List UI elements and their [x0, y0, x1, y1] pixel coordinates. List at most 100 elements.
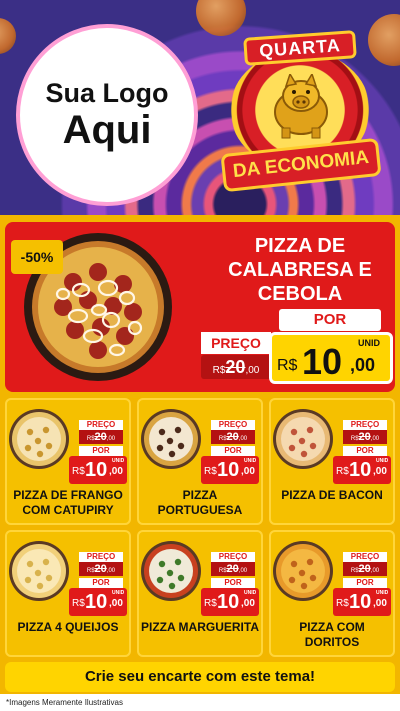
- new-price-int: 10: [302, 341, 343, 382]
- new-price: UNID R$ 10 ,00: [333, 456, 391, 484]
- new-price-currency: R$: [72, 598, 85, 609]
- new-price-dec: ,00: [373, 466, 387, 477]
- preco-label: PREÇO: [201, 332, 271, 354]
- old-price-dec: ,00: [238, 568, 248, 574]
- featured-title: PIZZA DE CALABRESA E CEBOLA: [228, 235, 372, 305]
- old-price: R$20,00: [343, 430, 387, 444]
- new-price-int: 10: [349, 591, 372, 613]
- new-price: UNID R$ 10 ,00: [201, 456, 259, 484]
- product-card[interactable]: PREÇO R$20,00 POR UNID R$ 10 ,00 PIZZA C…: [269, 530, 395, 657]
- new-price-int: 10: [217, 459, 240, 481]
- old-price: R$20,00: [211, 562, 255, 576]
- product-card[interactable]: PREÇO R$20,00 POR UNID R$ 10 ,00 PIZZA D…: [5, 398, 131, 525]
- new-price-currency: R$: [204, 598, 217, 609]
- header-banner: Sua Logo Aqui QUARTA DA ECONOMIA: [0, 0, 400, 215]
- old-price: R$20,00: [343, 562, 387, 576]
- new-price-int: 10: [217, 591, 240, 613]
- product-name: PIZZA COM DORITOS: [299, 620, 365, 649]
- product-name: PIZZA DE FRANGO COM CATUPIRY: [13, 488, 123, 517]
- logo-text-line1: Sua Logo: [45, 78, 169, 109]
- product-name: PIZZA MARGUERITA: [141, 620, 259, 634]
- old-price-currency: R$: [350, 436, 359, 442]
- old-price-dec: ,00: [370, 436, 380, 442]
- decorative-orb: [0, 18, 16, 54]
- old-price-currency: R$: [86, 436, 95, 442]
- disclaimer-footnote: *Imagens Meramente Ilustrativas: [0, 694, 400, 711]
- por-label: POR: [79, 446, 123, 456]
- por-label: POR: [343, 446, 387, 456]
- preco-label: PREÇO: [79, 552, 123, 562]
- old-price-currency: R$: [212, 365, 226, 376]
- product-card[interactable]: PREÇO R$20,00 POR UNID R$ 10 ,00 PIZZA D…: [269, 398, 395, 525]
- new-price: UNID R$ 10 ,00: [333, 588, 391, 616]
- por-label: POR: [211, 578, 255, 588]
- product-name: PIZZA 4 QUEIJOS: [17, 620, 119, 634]
- old-price: R$20,00: [79, 430, 123, 444]
- logo-text-line2: Aqui: [62, 107, 152, 152]
- new-price: UNID R$ 10 ,00: [69, 456, 127, 484]
- product-card[interactable]: PREÇO R$20,00 POR UNID R$ 10 ,00 PIZZA 4…: [5, 530, 131, 657]
- old-price-dec: ,00: [106, 436, 116, 442]
- new-price: UNID R$ 10 ,00: [69, 588, 127, 616]
- old-price-int: 20: [226, 431, 239, 443]
- preco-label: PREÇO: [343, 420, 387, 430]
- cta-banner[interactable]: Crie seu encarte com este tema!: [5, 662, 395, 692]
- old-price-currency: R$: [86, 568, 95, 574]
- quarta-economia-badge: QUARTA DA ECONOMIA: [220, 28, 382, 206]
- old-price-dec: ,00: [245, 365, 260, 376]
- new-price-dec: ,00: [350, 355, 376, 375]
- new-price-currency: R$: [277, 357, 298, 374]
- unid-label: UNID: [244, 458, 257, 464]
- por-label: POR: [79, 578, 123, 588]
- product-name: PIZZA DE BACON: [281, 488, 383, 502]
- new-price-int: 10: [85, 591, 108, 613]
- old-price-int: 20: [94, 431, 107, 443]
- old-price: R$20,00: [211, 430, 255, 444]
- product-name: PIZZA PORTUGUESA: [157, 488, 243, 517]
- preco-label: PREÇO: [211, 420, 255, 430]
- unid-label: UNID: [376, 458, 389, 464]
- featured-offer[interactable]: -50% PIZZA DE CALABRESA E CEBOLA POR PRE…: [5, 222, 395, 392]
- new-price-int: 10: [85, 459, 108, 481]
- old-price: R$20,00: [79, 562, 123, 576]
- new-price-dec: ,00: [241, 466, 255, 477]
- old-price-dec: ,00: [370, 568, 380, 574]
- new-price-int: 10: [349, 459, 372, 481]
- piggy-bank-icon: [274, 74, 328, 139]
- new-price-currency: R$: [204, 466, 217, 477]
- old-price-currency: R$: [350, 568, 359, 574]
- preco-label: PREÇO: [211, 552, 255, 562]
- logo-placeholder[interactable]: Sua Logo Aqui: [16, 24, 198, 206]
- old-price: R$20,00: [201, 355, 271, 379]
- pizza-image: [141, 409, 201, 469]
- new-price: UNID R$ 10 ,00: [201, 588, 259, 616]
- pizza-image: [9, 541, 69, 601]
- product-card[interactable]: PREÇO R$20,00 POR UNID R$ 10 ,00 PIZZA M…: [137, 530, 263, 657]
- new-price-dec: ,00: [109, 598, 123, 609]
- pizza-image: [273, 541, 333, 601]
- new-price-dec: ,00: [373, 598, 387, 609]
- por-label: POR: [211, 446, 255, 456]
- new-price-currency: R$: [72, 466, 85, 477]
- unid-label: UNID: [376, 590, 389, 596]
- pizza-image: [273, 409, 333, 469]
- old-price-dec: ,00: [238, 436, 248, 442]
- new-price-dec: ,00: [241, 598, 255, 609]
- discount-badge: -50%: [11, 240, 63, 274]
- old-price-int: 20: [226, 563, 239, 575]
- new-price: UNID R$ 10 ,00: [269, 332, 393, 384]
- unid-label: UNID: [358, 338, 380, 348]
- old-price-int: 20: [358, 563, 371, 575]
- new-price-dec: ,00: [109, 466, 123, 477]
- new-price-currency: R$: [336, 598, 349, 609]
- pizza-image: [141, 541, 201, 601]
- old-price-int: 20: [225, 357, 246, 377]
- old-price-int: 20: [358, 431, 371, 443]
- por-label: POR: [279, 309, 381, 331]
- old-price-int: 20: [94, 563, 107, 575]
- por-label: POR: [343, 578, 387, 588]
- new-price-currency: R$: [336, 466, 349, 477]
- preco-label: PREÇO: [79, 420, 123, 430]
- unid-label: UNID: [244, 590, 257, 596]
- product-card[interactable]: PREÇO R$20,00 POR UNID R$ 10 ,00 PIZZA P…: [137, 398, 263, 525]
